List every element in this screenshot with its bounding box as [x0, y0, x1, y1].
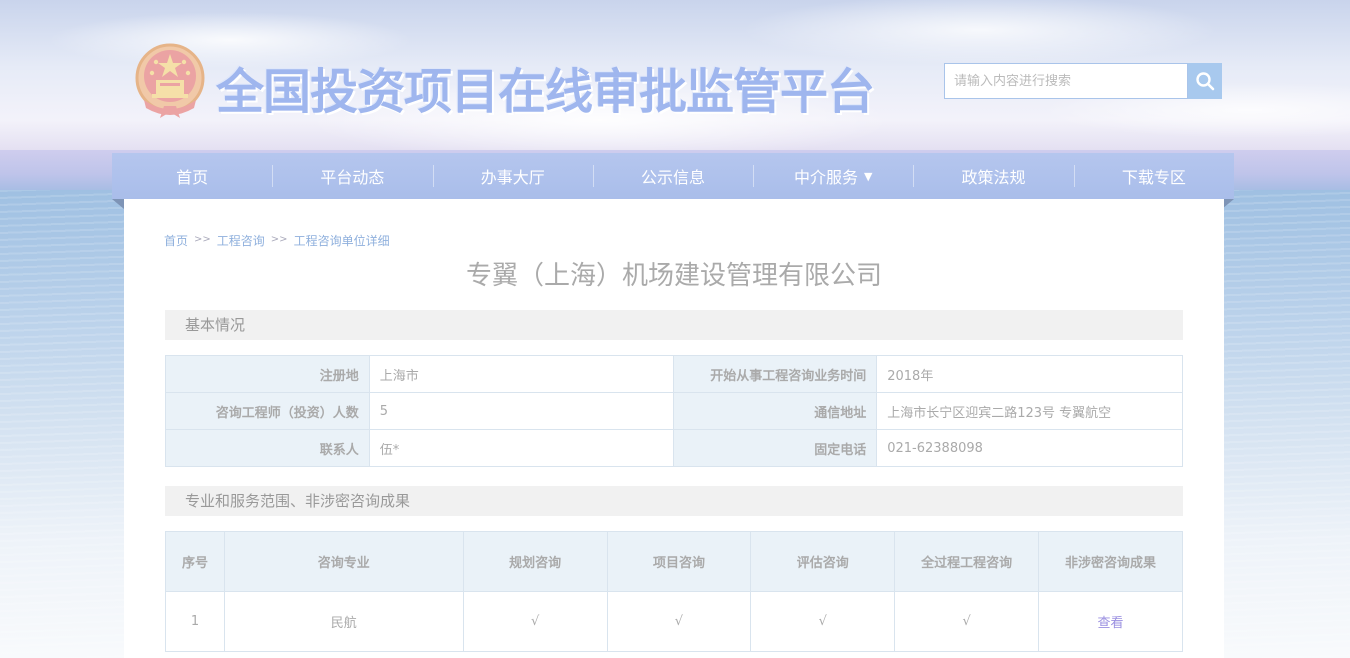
- registered-place-value: 上海市: [368, 355, 675, 393]
- main-content: 首页 >> 工程咨询 >> 工程咨询单位详细 专翼（上海）机场建设管理有限公司 …: [124, 199, 1224, 658]
- table-row: 咨询工程师（投资）人数 5 通信地址 上海市长宁区迎宾二路123号 专翼航空: [165, 392, 1183, 430]
- column-header: 咨询专业: [223, 531, 464, 592]
- address-label: 通信地址: [673, 392, 878, 430]
- planning-check: √: [462, 591, 608, 652]
- nav-item-label: 公示信息: [640, 168, 705, 187]
- column-header: 评估咨询: [750, 531, 896, 592]
- engineer-count-value: 5: [368, 392, 675, 430]
- table-row: 注册地 上海市 开始从事工程咨询业务时间 2018年: [165, 355, 1183, 393]
- view-results-link[interactable]: 查看: [1098, 616, 1124, 631]
- nav-item-service-hall[interactable]: 办事大厅: [432, 153, 593, 199]
- start-time-value: 2018年: [876, 355, 1183, 393]
- dropdown-caret-icon: ▼: [864, 169, 873, 183]
- national-emblem-icon: [134, 40, 206, 120]
- column-header: 规划咨询: [462, 531, 608, 592]
- basic-info-section-title: 基本情况: [165, 310, 1183, 340]
- engineer-count-label: 咨询工程师（投资）人数: [165, 392, 370, 430]
- project-check: √: [606, 591, 752, 652]
- start-time-label: 开始从事工程咨询业务时间: [673, 355, 878, 393]
- breadcrumb-separator: >>: [270, 234, 288, 245]
- breadcrumb: 首页 >> 工程咨询 >> 工程咨询单位详细: [164, 232, 390, 249]
- site-title: 全国投资项目在线审批监管平台: [216, 64, 875, 120]
- phone-label: 固定电话: [673, 429, 878, 467]
- services-section-title: 专业和服务范围、非涉密咨询成果: [165, 486, 1183, 516]
- company-name: 专翼（上海）机场建设管理有限公司: [465, 261, 882, 291]
- nav-item-public-info[interactable]: 公示信息: [592, 153, 753, 199]
- row-index: 1: [165, 591, 225, 652]
- breadcrumb-consulting-link[interactable]: 工程咨询: [217, 232, 265, 249]
- assessment-check: √: [750, 591, 896, 652]
- nav-item-label: 平台动态: [320, 168, 385, 187]
- whole-process-check: √: [894, 591, 1040, 652]
- nav-item-label: 首页: [176, 168, 209, 187]
- breadcrumb-home-link[interactable]: 首页: [164, 232, 188, 249]
- nav-item-label: 政策法规: [961, 168, 1026, 187]
- main-nav: 首页 平台动态 办事大厅 公示信息 中介服务 ▼ 政策法规 下载专区: [112, 153, 1234, 209]
- column-header: 全过程工程咨询: [894, 531, 1040, 592]
- nav-item-label: 下载专区: [1121, 168, 1186, 187]
- results-cell: 查看: [1038, 591, 1183, 652]
- services-table: 序号 咨询专业 规划咨询 项目咨询 评估咨询 全过程工程咨询 非涉密咨询成果 1…: [165, 531, 1183, 652]
- nav-item-home[interactable]: 首页: [112, 153, 272, 199]
- nav-item-label: 中介服务: [794, 168, 859, 187]
- search-icon: [1196, 72, 1215, 91]
- search-input[interactable]: [944, 63, 1188, 99]
- address-value: 上海市长宁区迎宾二路123号 专翼航空: [876, 392, 1183, 430]
- table-header-row: 序号 咨询专业 规划咨询 项目咨询 评估咨询 全过程工程咨询 非涉密咨询成果: [165, 531, 1183, 592]
- registered-place-label: 注册地: [165, 355, 370, 393]
- phone-value: 021-62388098: [876, 429, 1183, 467]
- nav-item-intermediary-services[interactable]: 中介服务 ▼: [753, 153, 913, 199]
- nav-item-label: 办事大厅: [480, 168, 545, 187]
- basic-info-table: 注册地 上海市 开始从事工程咨询业务时间 2018年 咨询工程师（投资）人数 5…: [165, 355, 1183, 467]
- nav-item-policies[interactable]: 政策法规: [913, 153, 1073, 199]
- contact-label: 联系人: [165, 429, 370, 467]
- nav-item-platform-news[interactable]: 平台动态: [272, 153, 432, 199]
- search-bar: [944, 63, 1222, 99]
- column-header: 非涉密咨询成果: [1038, 531, 1183, 592]
- specialty-cell: 民航: [223, 591, 464, 652]
- search-button[interactable]: [1188, 63, 1222, 99]
- contact-value: 伍*: [368, 429, 675, 467]
- nav-item-downloads[interactable]: 下载专区: [1073, 153, 1234, 199]
- table-row: 1 民航 √ √ √ √ 查看: [165, 591, 1183, 652]
- breadcrumb-separator: >>: [194, 234, 211, 245]
- column-header: 项目咨询: [606, 531, 752, 592]
- breadcrumb-current[interactable]: 工程咨询单位详细: [294, 232, 390, 249]
- column-header: 序号: [165, 531, 225, 592]
- table-row: 联系人 伍* 固定电话 021-62388098: [165, 429, 1183, 467]
